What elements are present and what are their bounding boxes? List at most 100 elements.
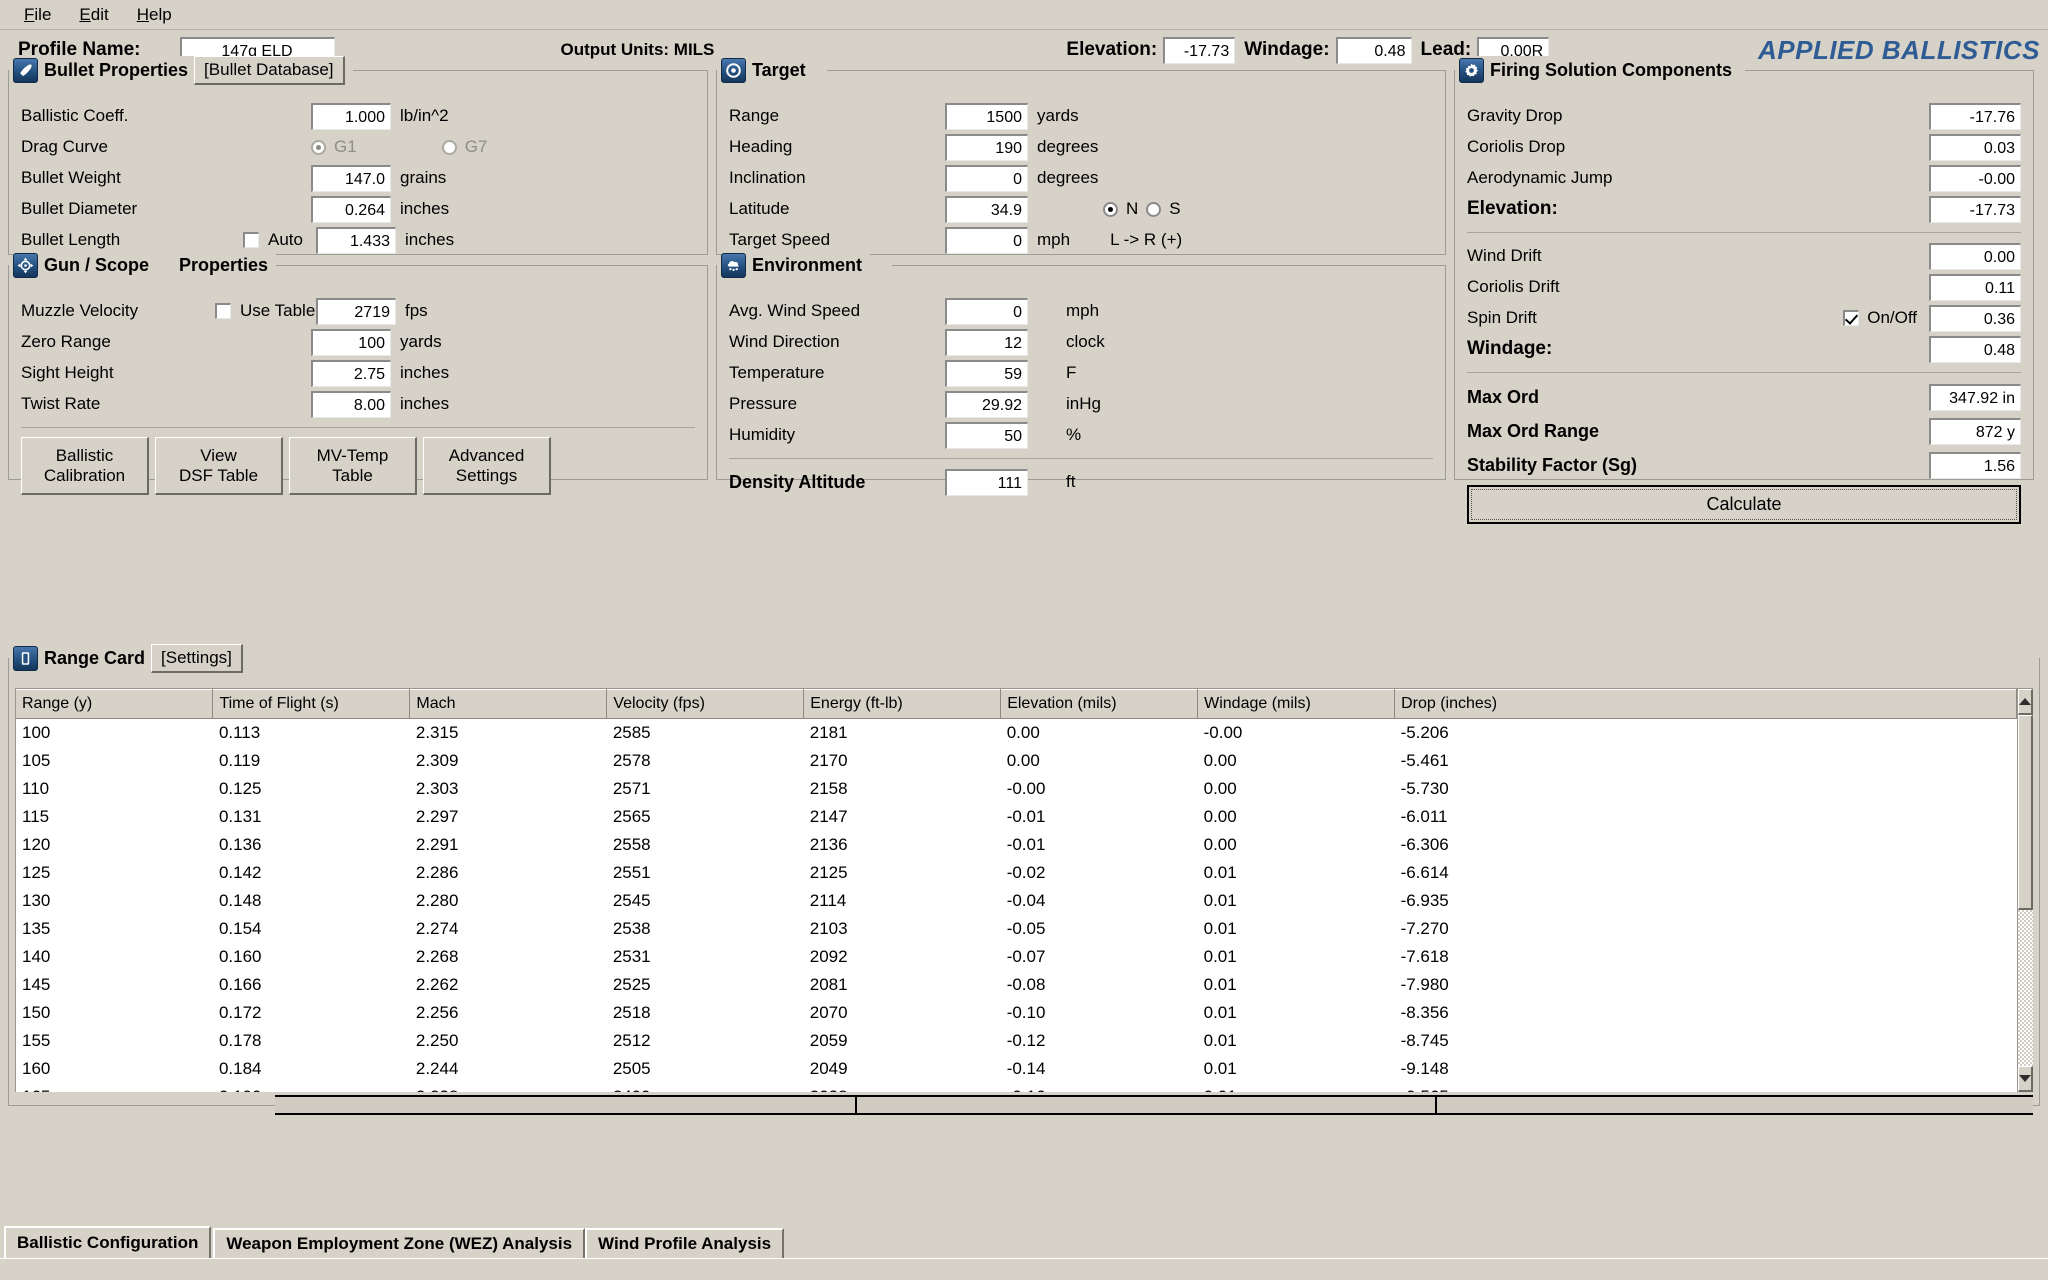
tab-ballistic-configuration[interactable]: Ballistic Configuration: [4, 1226, 212, 1258]
col-drop[interactable]: Drop (inches): [1394, 689, 2017, 719]
table-cell: 0.01: [1198, 1083, 1395, 1092]
table-cell: -8.745: [1400, 1031, 1449, 1050]
calculate-button[interactable]: Calculate: [1467, 485, 2021, 524]
menu-item-help[interactable]: Help: [123, 3, 186, 27]
pressure-input[interactable]: 29.92: [945, 390, 1028, 418]
spin-drift-value: 0.36: [1929, 304, 2021, 332]
col-range[interactable]: Range (y): [16, 689, 214, 719]
table-cell: 0.01: [1203, 863, 1237, 882]
tab-wind-profile-analysis[interactable]: Wind Profile Analysis: [585, 1228, 785, 1258]
tab-wez-analysis[interactable]: Weapon Employment Zone (WEZ) Analysis: [213, 1228, 586, 1258]
range-card-horizontal-scrollbar[interactable]: [15, 1095, 2033, 1115]
muzzle-velocity-label: Muzzle Velocity: [21, 301, 139, 320]
target-speed-input[interactable]: 0: [945, 226, 1028, 254]
table-row[interactable]: 130 0.148 2.280 2545 2114 -0.04 0.01 -6.935: [16, 887, 2017, 915]
twist-rate-input[interactable]: 8.00: [311, 390, 391, 418]
wind-direction-input[interactable]: 12: [945, 328, 1028, 356]
target-range-input[interactable]: 1500: [945, 102, 1028, 130]
temperature-input[interactable]: 59: [945, 359, 1028, 387]
ballistic-calibration-button[interactable]: Ballistic Calibration: [21, 437, 149, 496]
target-latitude-row: Latitude 34.9 N S: [729, 195, 1433, 223]
latitude-north-radio[interactable]: [1103, 201, 1118, 217]
table-row[interactable]: 150 0.172 2.256 2518 2070 -0.10 0.01 -8.356: [16, 999, 2017, 1027]
target-speed-note: L -> R (+): [1110, 230, 1183, 249]
wind-speed-row: Avg. Wind Speed 0 mph: [729, 297, 1433, 325]
table-cell: 0.00: [1203, 751, 1237, 770]
scroll-up-button[interactable]: [2018, 689, 2033, 715]
target-heading-input[interactable]: 190: [945, 133, 1028, 161]
table-row[interactable]: 100 0.113 2.315 2585 2181 0.00 -0.00 -5.206: [16, 718, 2017, 747]
horizontal-scroll-track[interactable]: [275, 1095, 2033, 1115]
scroll-down-button[interactable]: [2018, 1066, 2033, 1092]
bullet-length-input[interactable]: 1.433: [316, 226, 396, 254]
density-altitude-label: Density Altitude: [729, 471, 866, 492]
table-row[interactable]: 160 0.184 2.244 2505 2049 -0.14 0.01 -9.148: [16, 1055, 2017, 1083]
spin-drift-onoff-checkbox[interactable]: [1843, 310, 1860, 326]
wind-direction-label: Wind Direction: [729, 332, 840, 351]
drag-curve-row: Drag Curve G1 G7: [21, 133, 695, 161]
table-row[interactable]: 135 0.154 2.274 2538 2103 -0.05 0.01 -7.270: [16, 915, 2017, 943]
drag-curve-g1-radio[interactable]: [311, 139, 326, 155]
zero-range-input[interactable]: 100: [311, 328, 391, 356]
table-row[interactable]: 155 0.178 2.250 2512 2059 -0.12 0.01 -8.745: [16, 1027, 2017, 1055]
table-row[interactable]: 125 0.142 2.286 2551 2125 -0.02 0.01 -6.614: [16, 859, 2017, 887]
configuration-panels: Bullet Properties [Bullet Database] Ball…: [0, 55, 2048, 650]
range-card-panel: Range Card [Settings] Range (y) Time of …: [8, 643, 2040, 1115]
table-cell: 2092: [809, 947, 848, 966]
target-latitude-input[interactable]: 34.9: [945, 195, 1028, 223]
target-heading-row: Heading 190 degrees: [729, 133, 1433, 161]
output-units-label: Output Units: MILS: [560, 40, 715, 59]
environment-divider: [729, 458, 1433, 459]
table-row[interactable]: 110 0.125 2.303 2571 2158 -0.00 0.00 -5.730: [16, 775, 2017, 803]
menu-item-edit[interactable]: Edit: [65, 3, 122, 27]
scrollbar-thumb[interactable]: [2018, 715, 2033, 910]
coriolis-drop-value: 0.03: [1929, 133, 2021, 161]
mv-temp-table-button[interactable]: MV-Temp Table: [289, 437, 417, 496]
range-card-settings-button[interactable]: [Settings]: [151, 643, 243, 673]
col-energy[interactable]: Energy (ft-lb): [803, 689, 1002, 719]
humidity-input[interactable]: 50: [945, 421, 1028, 449]
density-altitude-input[interactable]: 111: [945, 468, 1028, 496]
sight-height-input[interactable]: 2.75: [311, 359, 391, 387]
advanced-settings-button[interactable]: Advanced Settings: [423, 437, 551, 496]
col-velocity[interactable]: Velocity (fps): [606, 689, 805, 719]
table-cell: 2545: [612, 891, 651, 910]
col-elevation[interactable]: Elevation (mils): [1000, 689, 1199, 719]
header-windage-value[interactable]: 0.48: [1335, 36, 1412, 64]
view-dsf-table-button[interactable]: View DSF Table: [155, 437, 283, 496]
bullet-diameter-input[interactable]: 0.264: [311, 195, 391, 223]
bullet-properties-title: Bullet Properties: [44, 59, 189, 80]
table-header-row: Range (y) Time of Flight (s) Mach Veloci…: [16, 689, 2017, 719]
range-card-table: Range (y) Time of Flight (s) Mach Veloci…: [16, 689, 2017, 1092]
muzzle-velocity-input[interactable]: 2719: [316, 297, 396, 325]
table-row[interactable]: 105 0.119 2.309 2578 2170 0.00 0.00 -5.461: [16, 747, 2017, 775]
firing-solution-title: Firing Solution Components: [1490, 59, 1732, 80]
col-time-of-flight[interactable]: Time of Flight (s): [212, 689, 411, 719]
table-row[interactable]: 145 0.166 2.262 2525 2081 -0.08 0.01 -7.980: [16, 971, 2017, 999]
table-row[interactable]: 120 0.136 2.291 2558 2136 -0.01 0.00 -6.306: [16, 831, 2017, 859]
table-row[interactable]: 140 0.160 2.268 2531 2092 -0.07 0.01 -7.618: [16, 943, 2017, 971]
sight-height-unit: inches: [400, 363, 450, 382]
range-card-vertical-scrollbar[interactable]: [2017, 689, 2033, 1092]
latitude-south-label: S: [1169, 199, 1181, 218]
menu-item-file[interactable]: File: [10, 3, 65, 27]
latitude-south-radio[interactable]: [1146, 201, 1162, 217]
bullet-length-auto-checkbox[interactable]: [243, 232, 259, 248]
table-cell: 0.136: [218, 835, 262, 854]
target-inclination-input[interactable]: 0: [945, 164, 1028, 192]
bullet-database-button[interactable]: [Bullet Database]: [194, 55, 345, 85]
table-cell: 100: [22, 723, 51, 742]
wind-speed-input[interactable]: 0: [945, 297, 1028, 325]
muzzle-velocity-use-table-checkbox[interactable]: [215, 303, 231, 319]
bullet-weight-input[interactable]: 147.0: [311, 164, 391, 192]
header-elevation-value[interactable]: -17.73: [1163, 36, 1236, 64]
sight-height-row: Sight Height 2.75 inches: [21, 359, 695, 387]
ballistic-coeff-input[interactable]: 1.000: [311, 102, 391, 130]
col-mach[interactable]: Mach: [409, 689, 608, 719]
table-row[interactable]: 1650.1902.23824992038-0.160.01-9.565: [16, 1083, 2017, 1092]
col-windage[interactable]: Windage (mils): [1197, 689, 1396, 719]
table-cell: 2551: [612, 863, 651, 882]
table-row[interactable]: 115 0.131 2.297 2565 2147 -0.01 0.00 -6.011: [16, 803, 2017, 831]
drag-curve-g7-radio[interactable]: [441, 139, 457, 155]
scrollbar-track[interactable]: [2018, 910, 2033, 1066]
